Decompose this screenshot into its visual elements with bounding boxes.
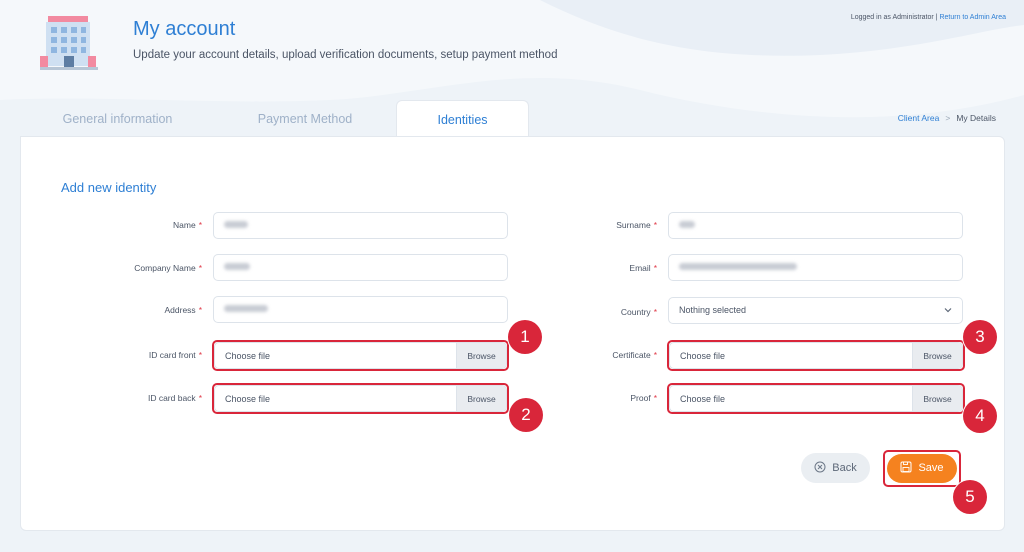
annotation-highlight-5 bbox=[883, 450, 961, 487]
required-marker: * bbox=[198, 350, 202, 360]
logged-in-text: Logged in as Administrator bbox=[850, 14, 934, 21]
annotation-badge-2: 2 bbox=[509, 398, 543, 432]
return-admin-link[interactable]: Return to Admin Area bbox=[939, 14, 1006, 21]
required-marker: * bbox=[653, 307, 657, 317]
annotation-highlight-3 bbox=[667, 340, 965, 371]
breadcrumb-client-area[interactable]: Client Area bbox=[898, 113, 940, 123]
required-marker: * bbox=[653, 263, 657, 273]
building-icon bbox=[40, 16, 98, 70]
name-label: Name * bbox=[173, 220, 202, 230]
required-marker: * bbox=[653, 393, 657, 403]
login-info: Logged in as Administrator | Return to A… bbox=[851, 14, 1006, 21]
required-marker: * bbox=[653, 220, 657, 230]
chevron-down-icon bbox=[944, 308, 952, 313]
back-button-label: Back bbox=[832, 462, 857, 474]
email-field[interactable] bbox=[668, 254, 963, 281]
breadcrumb: Client Area > My Details bbox=[898, 113, 996, 123]
country-select-value: Nothing selected bbox=[679, 305, 747, 315]
required-marker: * bbox=[198, 220, 202, 230]
annotation-highlight-4 bbox=[667, 383, 965, 414]
company-name-field[interactable] bbox=[213, 254, 508, 281]
country-label: Country * bbox=[620, 307, 657, 317]
back-button[interactable]: Back bbox=[801, 453, 870, 483]
required-marker: * bbox=[198, 305, 202, 315]
section-title: Add new identity bbox=[61, 180, 157, 195]
address-label: Address * bbox=[164, 305, 203, 315]
close-circle-icon bbox=[814, 461, 826, 473]
name-field[interactable] bbox=[213, 212, 508, 239]
required-marker: * bbox=[198, 393, 202, 403]
annotation-badge-5: 5 bbox=[953, 480, 987, 514]
country-select[interactable]: Nothing selected bbox=[668, 297, 963, 324]
breadcrumb-my-details: My Details bbox=[956, 113, 996, 123]
annotation-highlight-1 bbox=[212, 340, 509, 371]
tab-payment-method[interactable]: Payment Method bbox=[210, 100, 400, 136]
surname-label: Surname * bbox=[616, 220, 657, 230]
breadcrumb-separator: > bbox=[945, 113, 951, 123]
annotation-badge-4: 4 bbox=[963, 399, 997, 433]
required-marker: * bbox=[198, 263, 202, 273]
company-name-label: Company Name * bbox=[134, 263, 202, 273]
annotation-highlight-2 bbox=[212, 383, 509, 414]
id-card-back-label: ID card back * bbox=[147, 393, 202, 403]
id-card-front-label: ID card front * bbox=[148, 350, 202, 360]
required-marker: * bbox=[653, 350, 657, 360]
annotation-badge-1: 1 bbox=[508, 320, 542, 354]
page-header: My account Update your account details, … bbox=[0, 0, 1024, 100]
email-label: Email * bbox=[629, 263, 657, 273]
page-subtitle: Update your account details, upload veri… bbox=[133, 49, 558, 61]
surname-field[interactable] bbox=[668, 212, 963, 239]
tab-identities[interactable]: Identities bbox=[396, 100, 529, 136]
address-field[interactable] bbox=[213, 296, 508, 323]
tab-general-information[interactable]: General information bbox=[20, 100, 215, 136]
annotation-badge-3: 3 bbox=[963, 320, 997, 354]
page-title: My account bbox=[133, 18, 236, 40]
